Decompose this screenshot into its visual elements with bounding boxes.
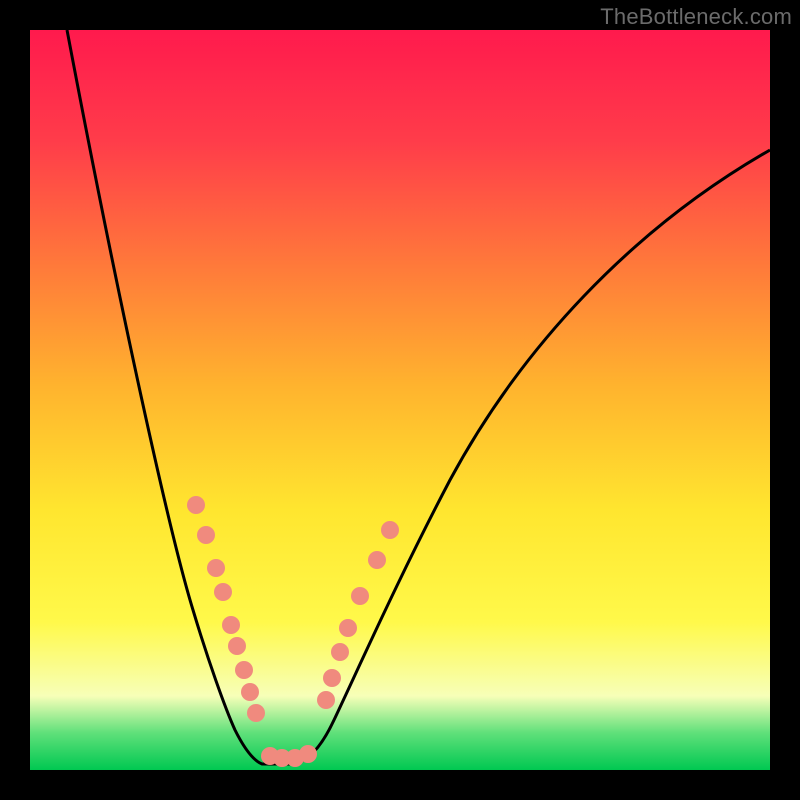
curve-right [290, 150, 770, 764]
dot-left [197, 526, 215, 544]
dot-left [222, 616, 240, 634]
dot-right [331, 643, 349, 661]
dot-left [235, 661, 253, 679]
plot-area [30, 30, 770, 770]
dot-left [247, 704, 265, 722]
dot-left [187, 496, 205, 514]
dot-left [207, 559, 225, 577]
curve-svg [30, 30, 770, 770]
dot-left [241, 683, 259, 701]
curve-left [67, 30, 290, 764]
dot-right [317, 691, 335, 709]
dot-right [368, 551, 386, 569]
dot-bottom [299, 745, 317, 763]
dot-right [351, 587, 369, 605]
dot-left [228, 637, 246, 655]
dot-right [323, 669, 341, 687]
dots-group [187, 496, 399, 767]
dot-right [339, 619, 357, 637]
dot-right [381, 521, 399, 539]
watermark-text: TheBottleneck.com [600, 4, 792, 30]
chart-frame: TheBottleneck.com [0, 0, 800, 800]
dot-left [214, 583, 232, 601]
